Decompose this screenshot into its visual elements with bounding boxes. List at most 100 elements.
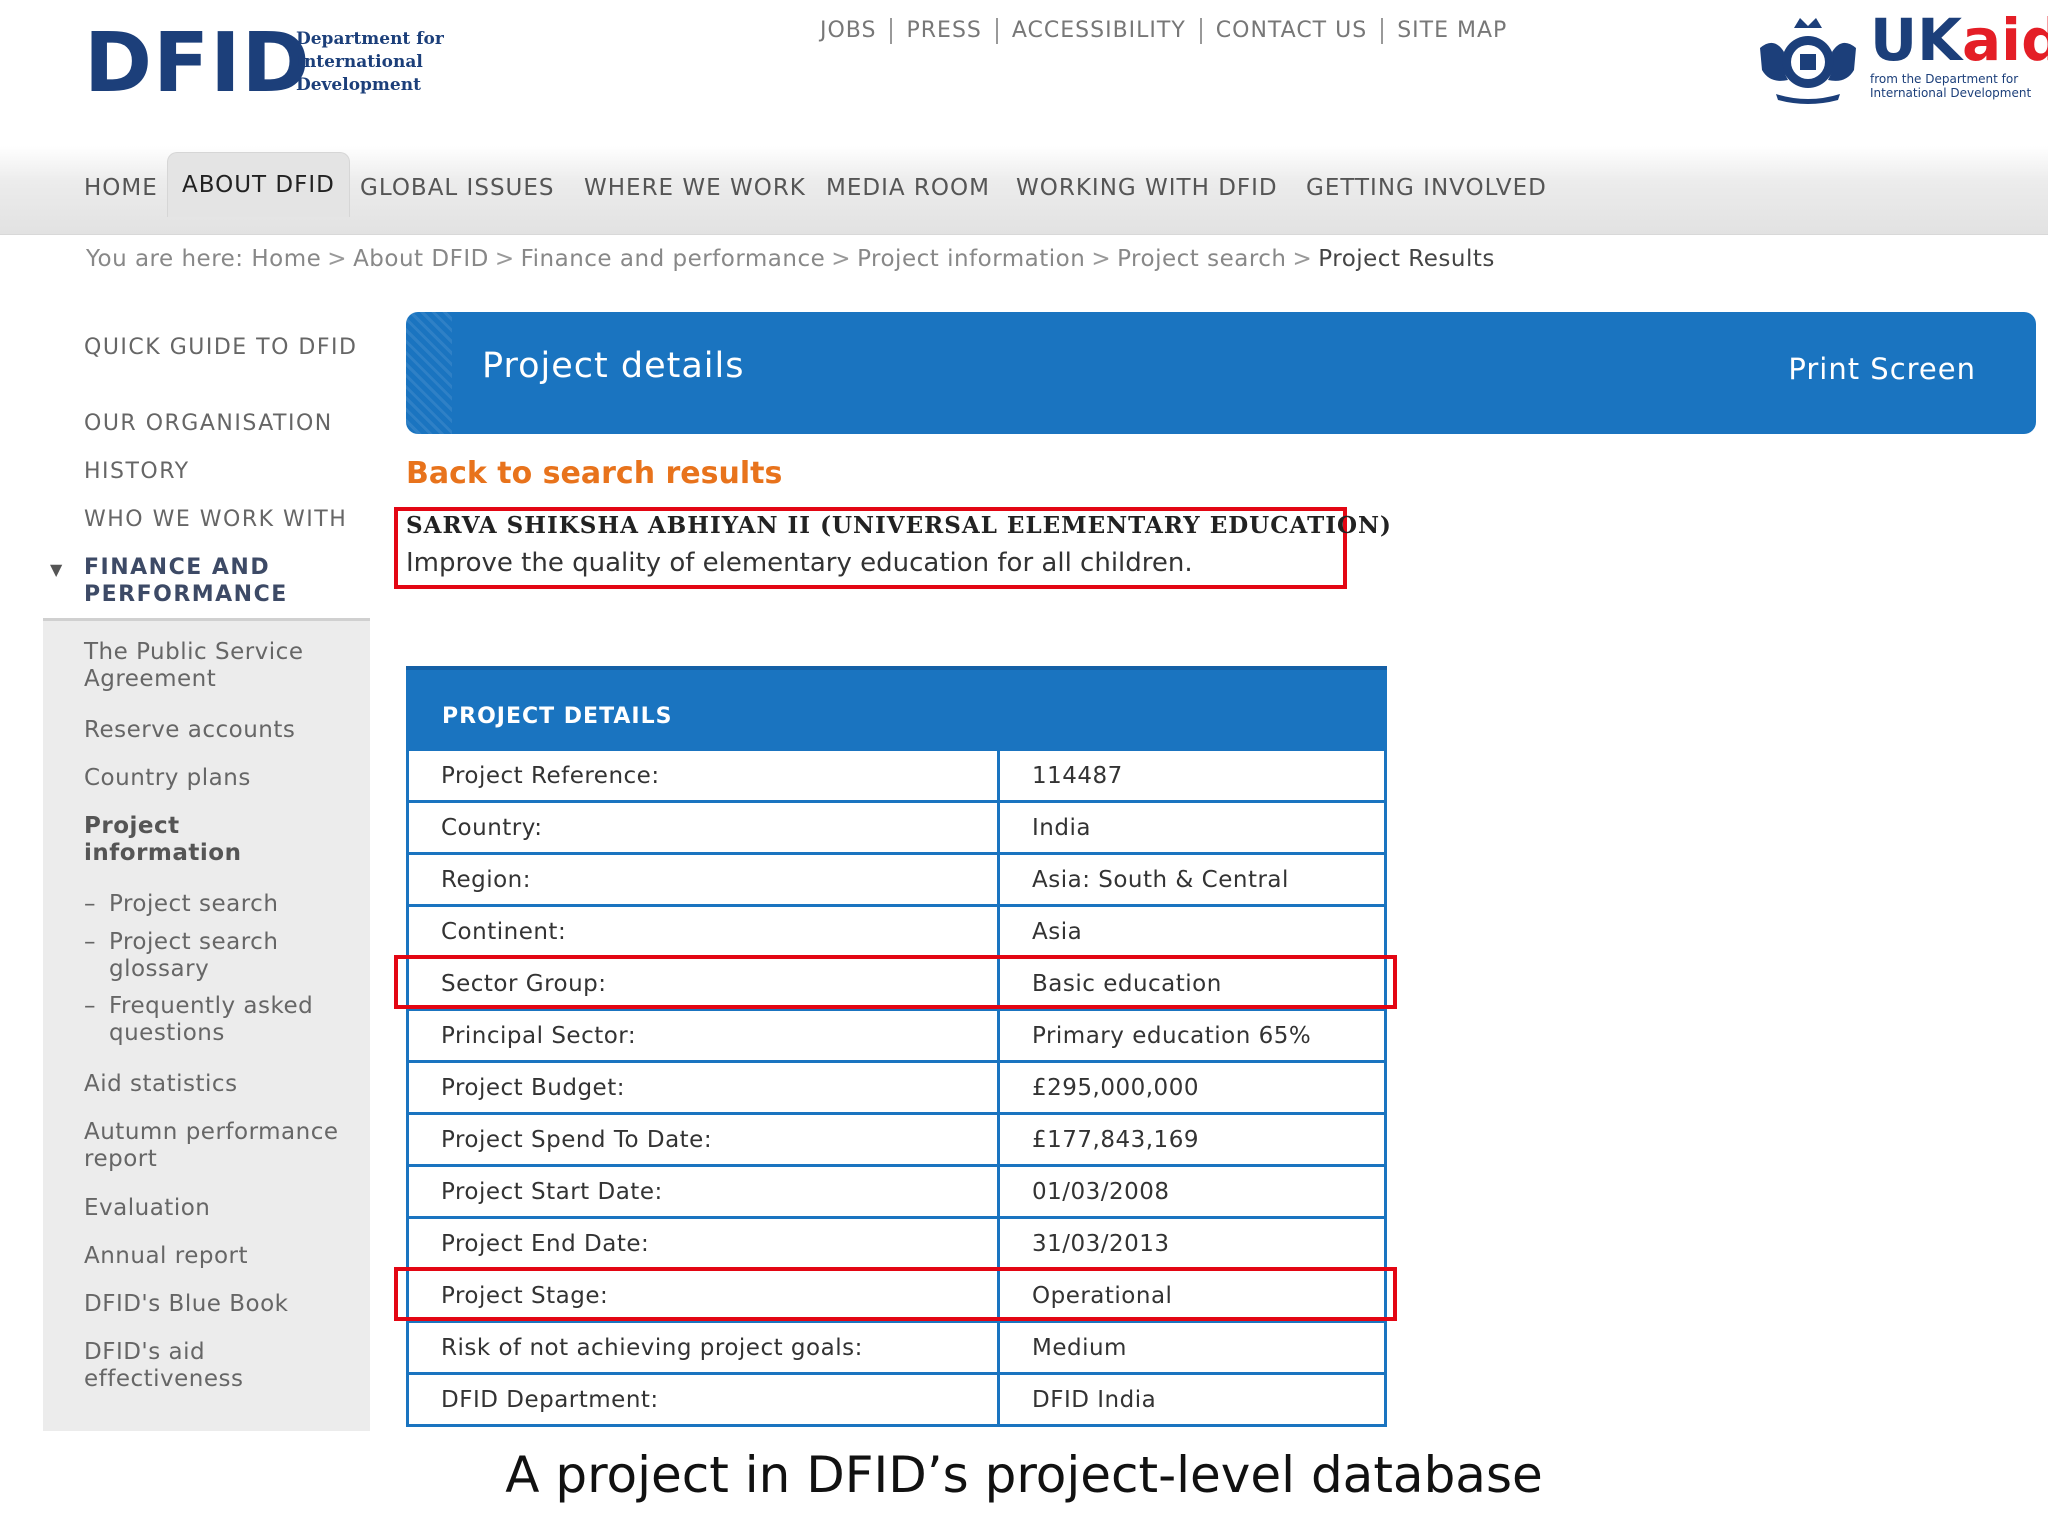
table-row: Country: India	[406, 800, 1387, 855]
main-nav: HOME ABOUT DFID GLOBAL ISSUES WHERE WE W…	[0, 146, 2048, 235]
logo-line-2: International	[296, 52, 423, 72]
sidebar-project-search-glossary[interactable]: Project search glossary	[109, 929, 309, 983]
nav-working-with-dfid[interactable]: WORKING WITH DFID	[1016, 164, 1278, 212]
table-row: Region: Asia: South & Central	[406, 852, 1387, 907]
breadcrumb-about-dfid[interactable]: About DFID	[353, 246, 489, 272]
ukaid-wordmark: UKaid	[1870, 8, 2048, 72]
project-description: Improve the quality of elementary educat…	[406, 548, 1193, 578]
detail-value: 01/03/2008	[997, 1164, 1387, 1219]
sidebar-country-plans[interactable]: Country plans	[84, 765, 251, 792]
table-row: Continent: Asia	[406, 904, 1387, 959]
details-heading: PROJECT DETAILS	[406, 666, 1387, 748]
ukaid-logo: UKaid from the Department for Internatio…	[1752, 8, 2048, 108]
sidebar-autumn-performance-report[interactable]: Autumn performance report	[84, 1119, 364, 1173]
breadcrumb-separator: >	[831, 246, 852, 272]
breadcrumb-home[interactable]: Home	[251, 246, 321, 272]
detail-value: 114487	[997, 748, 1387, 803]
detail-value: Asia: South & Central	[997, 852, 1387, 907]
print-screen-link[interactable]: Print Screen	[1788, 352, 1976, 386]
detail-value: Asia	[997, 904, 1387, 959]
detail-value: India	[997, 800, 1387, 855]
project-title: SARVA SHIKSHA ABHIYAN II (UNIVERSAL ELEM…	[406, 512, 1392, 539]
royal-crest-icon	[1760, 18, 1856, 104]
table-row: DFID Department: DFID India	[406, 1372, 1387, 1427]
detail-label: Continent:	[406, 904, 1000, 959]
nav-media-room[interactable]: MEDIA ROOM	[826, 164, 990, 212]
sidebar-finance-and-performance[interactable]: FINANCE AND PERFORMANCE	[84, 554, 364, 608]
sidebar-evaluation[interactable]: Evaluation	[84, 1195, 210, 1222]
sub-dash: –	[84, 929, 96, 955]
breadcrumb-project-information[interactable]: Project information	[857, 246, 1085, 272]
detail-label: Risk of not achieving project goals:	[406, 1320, 1000, 1375]
top-link-jobs[interactable]: JOBS	[806, 18, 893, 44]
site-header: DFID Department for International Develo…	[0, 0, 2048, 146]
nav-getting-involved[interactable]: GETTING INVOLVED	[1306, 164, 1547, 212]
detail-label: Region:	[406, 852, 1000, 907]
detail-label: Project Start Date:	[406, 1164, 1000, 1219]
top-link-press[interactable]: PRESS	[892, 18, 998, 44]
top-link-accessibility[interactable]: ACCESSIBILITY	[998, 18, 1202, 44]
top-link-site-map[interactable]: SITE MAP	[1383, 18, 1521, 44]
ukaid-tagline-1: from the Department for	[1870, 72, 2019, 86]
detail-label: Country:	[406, 800, 1000, 855]
breadcrumb-prefix: You are here:	[86, 246, 244, 272]
detail-value: £177,843,169	[997, 1112, 1387, 1167]
detail-value: Medium	[997, 1320, 1387, 1375]
sidebar-history[interactable]: HISTORY	[84, 458, 364, 486]
project-details-banner: Project details Print Screen	[406, 312, 2036, 434]
nav-global-issues[interactable]: GLOBAL ISSUES	[360, 164, 555, 212]
sidebar-public-service-agreement[interactable]: The Public Service Agreement	[84, 639, 354, 693]
sidebar-subnav: The Public Service Agreement Reserve acc…	[43, 618, 370, 1431]
sidebar-aid-effectiveness[interactable]: DFID's aid effectiveness	[84, 1339, 284, 1393]
nav-about-dfid[interactable]: ABOUT DFID	[167, 152, 350, 217]
breadcrumb-separator: >	[1091, 246, 1112, 272]
dfid-logo[interactable]: DFID	[84, 22, 311, 106]
table-row: Project Start Date: 01/03/2008	[406, 1164, 1387, 1219]
sidebar-faq[interactable]: Frequently asked questions	[109, 993, 329, 1047]
detail-label: Project Budget:	[406, 1060, 1000, 1115]
nav-home[interactable]: HOME	[84, 164, 158, 212]
detail-value: Primary education 65%	[997, 1008, 1387, 1063]
breadcrumb-current: Project Results	[1318, 246, 1495, 272]
banner-title: Project details	[482, 346, 745, 386]
sub-dash: –	[84, 891, 96, 917]
table-row: Principal Sector: Primary education 65%	[406, 1008, 1387, 1063]
sub-dash: –	[84, 993, 96, 1019]
table-row: Project Reference: 114487	[406, 748, 1387, 803]
breadcrumb-project-search[interactable]: Project search	[1117, 246, 1286, 272]
detail-label: Project Spend To Date:	[406, 1112, 1000, 1167]
detail-value: DFID India	[997, 1372, 1387, 1427]
sidebar-quick-guide[interactable]: QUICK GUIDE TO DFID	[84, 334, 364, 362]
sidebar-annual-report[interactable]: Annual report	[84, 1243, 248, 1270]
top-link-contact-us[interactable]: CONTACT US	[1202, 18, 1384, 44]
sector-group-highlight	[394, 955, 1397, 1009]
detail-label: Project Reference:	[406, 748, 1000, 803]
breadcrumb-separator: >	[494, 246, 515, 272]
sidebar-aid-statistics[interactable]: Aid statistics	[84, 1071, 238, 1098]
table-row: Project End Date: 31/03/2013	[406, 1216, 1387, 1271]
detail-value: £295,000,000	[997, 1060, 1387, 1115]
sidebar-blue-book[interactable]: DFID's Blue Book	[84, 1291, 289, 1318]
detail-label: DFID Department:	[406, 1372, 1000, 1427]
detail-label: Project End Date:	[406, 1216, 1000, 1271]
project-stage-highlight	[394, 1267, 1397, 1321]
nav-where-we-work[interactable]: WHERE WE WORK	[584, 164, 806, 212]
banner-pattern	[406, 312, 452, 434]
ukaid-tagline-2: International Development	[1870, 86, 2032, 100]
back-to-search-results-link[interactable]: Back to search results	[406, 456, 782, 491]
breadcrumb-separator: >	[327, 246, 348, 272]
sidebar-reserve-accounts[interactable]: Reserve accounts	[84, 717, 295, 744]
detail-value: 31/03/2013	[997, 1216, 1387, 1271]
table-row: Project Spend To Date: £177,843,169	[406, 1112, 1387, 1167]
details-table-body: Project Reference: 114487 Country: India Reg…	[406, 748, 1387, 1427]
ukaid-tagline: from the Department for International De…	[1870, 72, 2031, 100]
sidebar-our-organisation[interactable]: OUR ORGANISATION	[84, 410, 364, 438]
sidebar-project-information[interactable]: Project information	[84, 813, 284, 867]
breadcrumb-finance[interactable]: Finance and performance	[521, 246, 826, 272]
detail-label: Principal Sector:	[406, 1008, 1000, 1063]
sidebar-who-we-work-with[interactable]: WHO WE WORK WITH	[84, 506, 364, 534]
breadcrumb: You are here: Home > About DFID > Finance an…	[86, 246, 1495, 272]
top-links: JOBS PRESS ACCESSIBILITY CONTACT US SITE…	[806, 14, 1521, 48]
slide-caption: A project in DFID’s project-level databa…	[505, 1446, 1543, 1504]
sidebar-project-search[interactable]: Project search	[109, 891, 278, 918]
